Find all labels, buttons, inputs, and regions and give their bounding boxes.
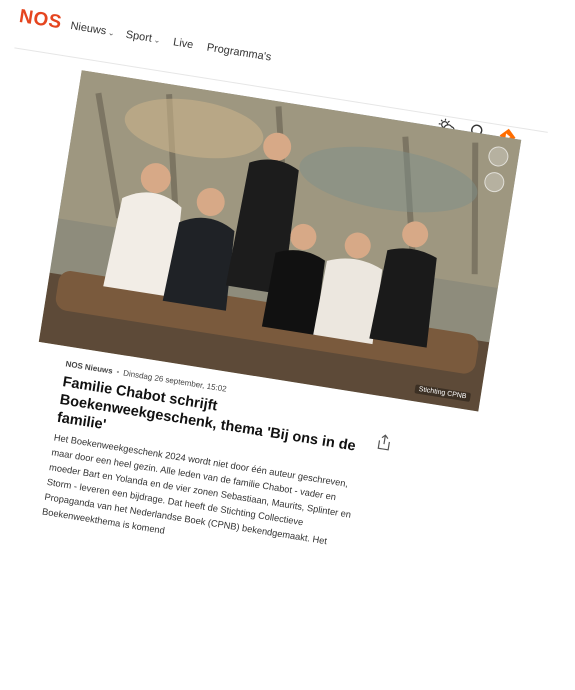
nav-item-nieuws[interactable]: Nieuws⌄ xyxy=(70,20,116,39)
nav-item-label: Nieuws xyxy=(69,19,108,38)
nos-logo[interactable]: NOS xyxy=(18,6,64,34)
nav-item-label: Live xyxy=(172,36,195,52)
separator-dot: • xyxy=(115,367,121,377)
nav-item-label: Programma's xyxy=(205,41,273,64)
nav-item-label: Sport xyxy=(124,28,153,45)
share-icon[interactable] xyxy=(376,433,392,451)
nav-item-live[interactable]: Live xyxy=(172,36,194,51)
chevron-down-icon: ⌄ xyxy=(153,35,162,46)
page: NOS Nieuws⌄ Sport⌄ Live Programma's Stic… xyxy=(0,0,575,690)
article-source: NOS Nieuws xyxy=(64,359,114,376)
nav-item-programmas[interactable]: Programma's xyxy=(206,42,272,64)
nav-item-sport[interactable]: Sport⌄ xyxy=(125,29,161,46)
chevron-down-icon: ⌄ xyxy=(107,27,116,38)
